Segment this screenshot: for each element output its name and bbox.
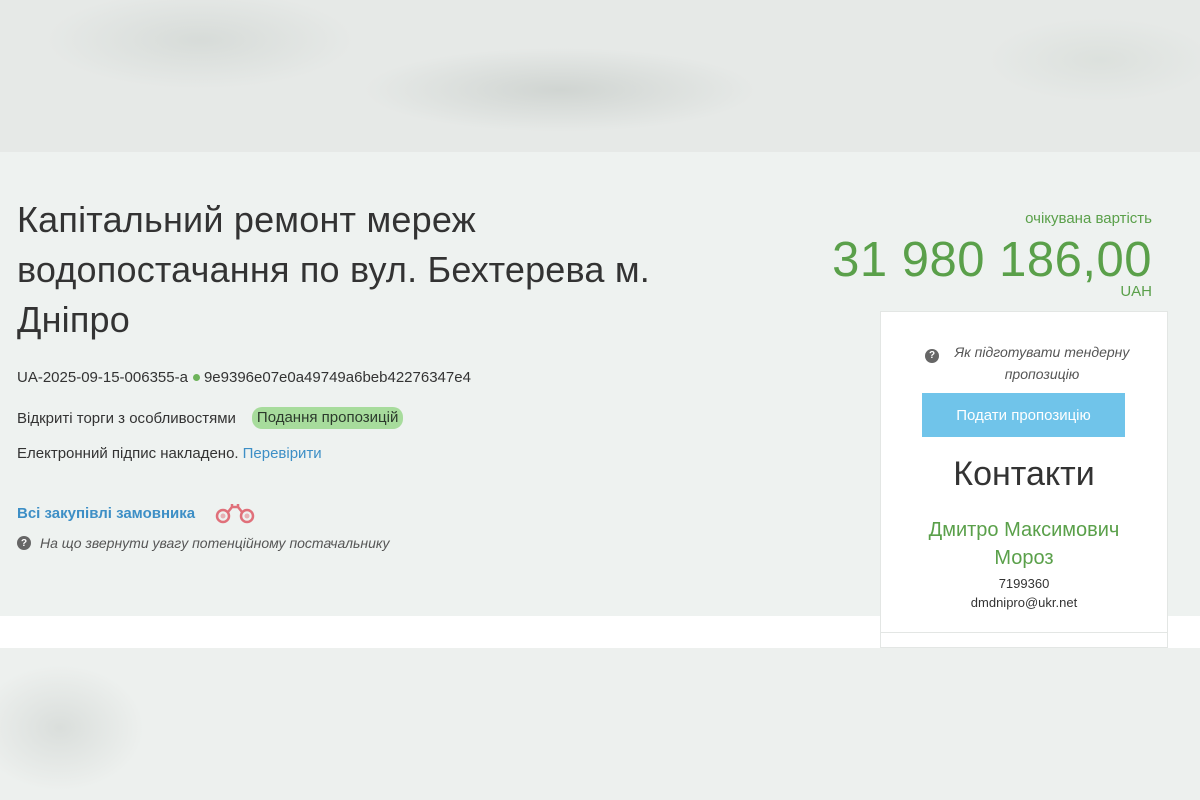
question-circle-icon: ? xyxy=(17,536,31,550)
signature-line: Електронний підпис накладено. Перевірити xyxy=(17,445,322,462)
blurred-footer-background xyxy=(0,648,1200,800)
procedure-type: Відкриті торги з особливостями xyxy=(17,409,236,427)
submit-proposal-button[interactable]: Подати пропозицію xyxy=(922,393,1125,437)
question-circle-icon: ? xyxy=(925,349,939,363)
buyer-procurements-label: Всі закупівлі замовника xyxy=(17,504,196,522)
procedure-line: Відкриті торги з особливостями Подання п… xyxy=(17,407,404,429)
supplier-hint-text: На що звернути увагу потенційному постач… xyxy=(40,535,390,551)
expected-value-currency: UAH xyxy=(1120,283,1152,300)
status-badge: Подання пропозицій xyxy=(251,407,404,429)
tender-title: Капітальний ремонт мереж водопостачання … xyxy=(17,199,651,340)
contact-email: dmdnipro@ukr.net xyxy=(970,595,1078,610)
tender-id: UA-2025-09-15-006355-a xyxy=(17,369,188,386)
binoculars-icon xyxy=(213,502,257,528)
supplier-hint-line[interactable]: ? На що звернути увагу потенційному пост… xyxy=(17,535,390,551)
contact-name: Дмитро Максимович Мороз xyxy=(928,519,1120,569)
panel-divider xyxy=(881,632,1167,633)
blurred-header-background xyxy=(0,0,1200,152)
signature-text: Електронний підпис накладено. xyxy=(17,445,239,462)
check-signature-link[interactable]: Перевірити xyxy=(243,445,322,462)
contact-phone: 7199360 xyxy=(998,576,1050,591)
buyer-procurements-link[interactable]: Всі закупівлі замовника xyxy=(17,498,257,528)
proposal-hint-text: Як підготувати тендерну пропозицію xyxy=(954,344,1130,382)
tender-id-line: UA-2025-09-15-006355-a 9e9396e07e0a49749a… xyxy=(17,369,471,386)
proposal-contacts-panel: ? Як підготувати тендерну пропозицію Пода… xyxy=(880,311,1168,648)
tender-hash: 9e9396e07e0a49749a6beb42276347e4 xyxy=(203,369,471,386)
separator-dot-icon xyxy=(192,373,200,381)
contacts-heading: Контакти xyxy=(953,455,1095,493)
expected-value-label: очікувана вартість xyxy=(1025,210,1152,227)
proposal-hint[interactable]: ? Як підготувати тендерну пропозицію xyxy=(881,341,1167,385)
expected-value-amount: 31 980 186,00 xyxy=(832,233,1152,287)
